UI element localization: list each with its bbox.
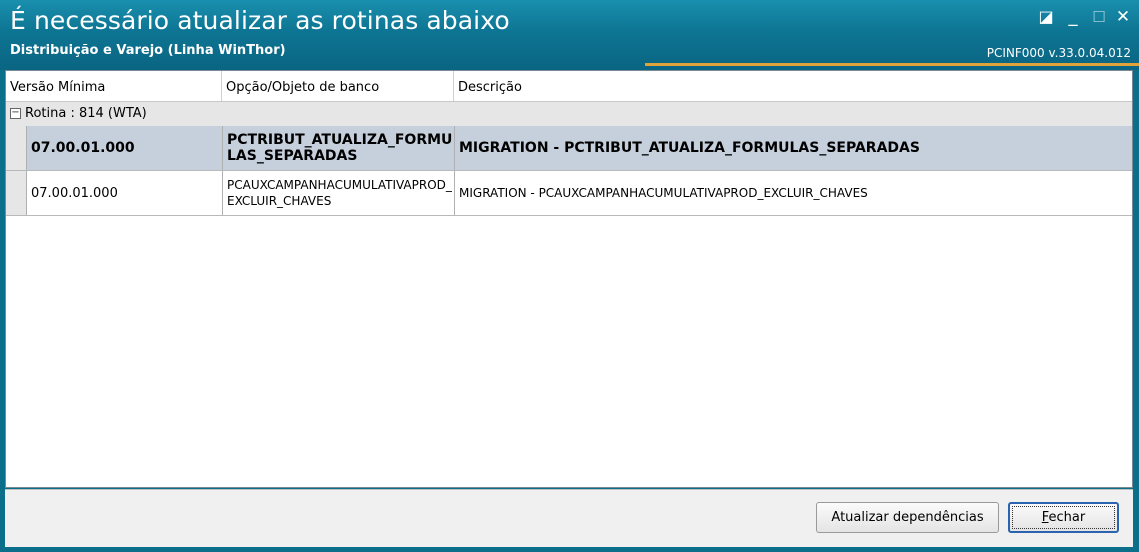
accent-divider [645, 63, 1139, 66]
close-label-rest: echar [1048, 510, 1086, 525]
group-label: Rotina : 814 (WTA) [25, 106, 147, 121]
update-dependencies-button[interactable]: Atualizar dependências [816, 502, 999, 533]
cell-versao: 07.00.01.000 [26, 171, 222, 215]
routines-grid[interactable]: Versão Mínima Opção/Objeto de banco Desc… [5, 70, 1133, 488]
cell-versao: 07.00.01.000 [26, 126, 222, 170]
version-label: PCINF000 v.33.0.04.012 [986, 46, 1131, 60]
window-subtitle: Distribuição e Varejo (Linha WinThor) [10, 43, 286, 58]
table-row[interactable]: 07.00.01.000 PCTRIBUT_ATUALIZA_FORMULAS_… [6, 126, 1132, 171]
window-title: É necessário atualizar as rotinas abaixo [10, 6, 510, 35]
row-indent [6, 171, 26, 215]
group-row[interactable]: − Rotina : 814 (WTA) [6, 102, 1132, 126]
column-header-descricao[interactable]: Descrição [454, 71, 1132, 101]
cell-descricao: MIGRATION - PCAUXCAMPANHACUMULATIVAPROD_… [454, 171, 1132, 215]
close-button[interactable]: Fechar [1008, 502, 1119, 533]
table-row[interactable]: 07.00.01.000 PCAUXCAMPANHACUMULATIVAPROD… [6, 171, 1132, 216]
minimize-icon[interactable]: _ [1062, 6, 1084, 28]
close-button-label: Fechar [1012, 506, 1115, 529]
collapse-icon[interactable]: − [10, 108, 21, 119]
dialog-window: É necessário atualizar as rotinas abaixo… [0, 0, 1139, 552]
cell-objeto: PCAUXCAMPANHACUMULATIVAPROD_EXCLUIR_CHAV… [222, 171, 454, 215]
maximize-icon[interactable]: ☐ [1088, 6, 1110, 28]
close-accelerator: F [1041, 510, 1049, 525]
cell-descricao: MIGRATION - PCTRIBUT_ATUALIZA_FORMULAS_S… [454, 126, 1132, 170]
grid-header: Versão Mínima Opção/Objeto de banco Desc… [6, 71, 1132, 102]
column-header-objeto[interactable]: Opção/Objeto de banco [222, 71, 454, 101]
restore-icon[interactable]: ◪ [1035, 6, 1057, 28]
cell-objeto: PCTRIBUT_ATUALIZA_FORMULAS_SEPARADAS [222, 126, 454, 170]
title-bar[interactable]: É necessário atualizar as rotinas abaixo… [0, 0, 1139, 70]
row-indent [6, 126, 26, 170]
button-bar: Atualizar dependências Fechar [5, 489, 1133, 547]
close-icon[interactable]: ✕ [1112, 6, 1134, 28]
column-header-versao[interactable]: Versão Mínima [6, 71, 222, 101]
